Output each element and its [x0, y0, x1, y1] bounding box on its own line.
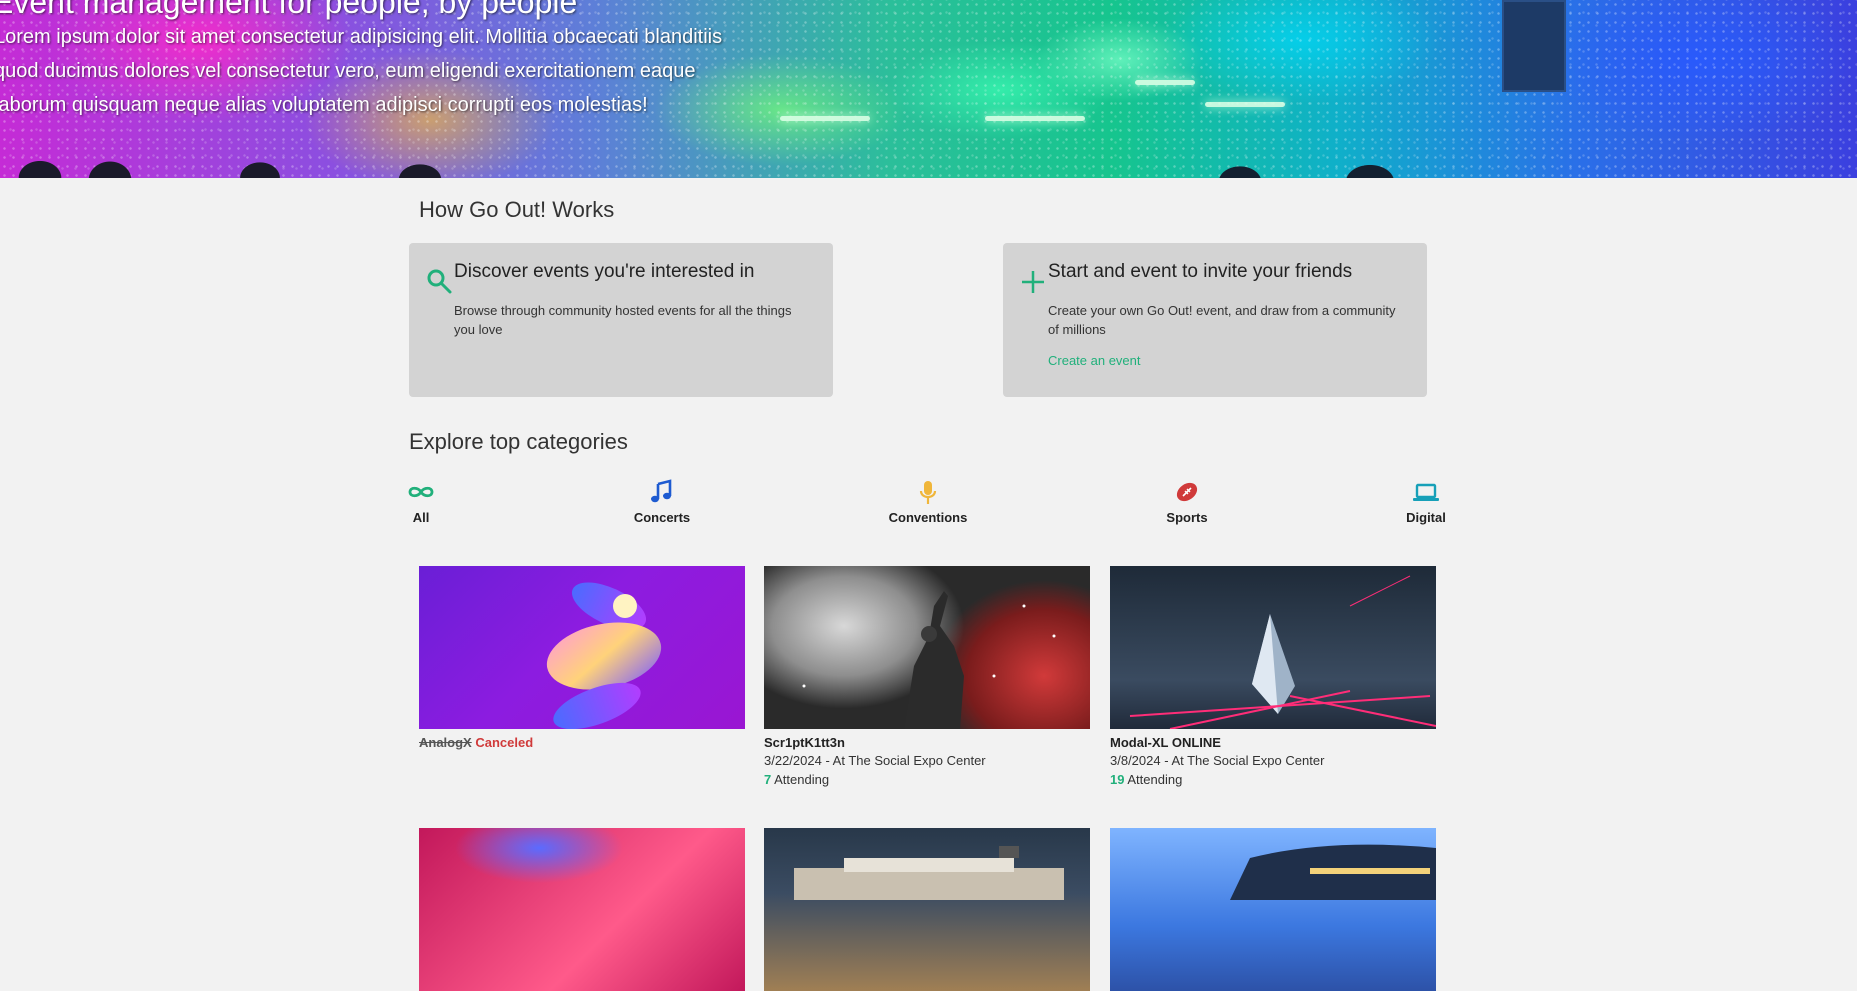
event-date-location: 3/8/2024 - At The Social Expo Center: [1110, 753, 1325, 768]
event-title: Scr1ptK1tt3n: [764, 735, 845, 750]
event-card-analogx[interactable]: AnalogX Canceled: [419, 566, 745, 751]
event-image: [1110, 566, 1436, 729]
event-card[interactable]: [764, 828, 1090, 991]
event-card-modal-xl-online[interactable]: Modal-XL ONLINE 3/8/2024 - At The Social…: [1110, 566, 1436, 789]
category-label: Concerts: [633, 510, 691, 525]
attending-label: Attending: [771, 772, 830, 787]
crowd-silhouette: [0, 138, 1857, 178]
create-event-link[interactable]: Create an event: [1048, 353, 1141, 368]
stage-light: [985, 116, 1085, 121]
card-text: Create your own Go Out! event, and draw …: [1048, 303, 1396, 337]
event-attending: 19 Attending: [1110, 770, 1436, 789]
hero-title: Event management for people, by people: [0, 0, 578, 20]
category-concerts[interactable]: Concerts: [602, 478, 722, 525]
football-icon: [1176, 482, 1198, 502]
card-title: Discover events you're interested in: [454, 261, 755, 282]
expo-building-image: [794, 846, 1064, 900]
start-event-card: Start and event to invite your friends C…: [1003, 243, 1427, 397]
hero-banner: Event management for people, by people L…: [0, 0, 1857, 178]
hero-description: Lorem ipsum dolor sit amet consectetur a…: [0, 26, 723, 116]
abstract-shape-image: [546, 582, 662, 729]
music-note-icon: [651, 479, 672, 503]
event-image: [764, 828, 1090, 991]
card-text: Browse through community hosted events f…: [454, 303, 792, 337]
arena-building-image: [1230, 844, 1436, 900]
event-image: [1110, 828, 1436, 991]
event-image: [764, 566, 1090, 729]
attending-count: 19: [1110, 772, 1125, 787]
event-card-scr1ptk1tt3n[interactable]: Scr1ptK1tt3n 3/22/2024 - At The Social E…: [764, 566, 1090, 789]
categories-title: Explore top categories: [409, 429, 628, 454]
category-sports[interactable]: Sports: [1127, 478, 1247, 525]
category-label: Digital: [1406, 510, 1446, 525]
category-digital[interactable]: Digital: [1366, 478, 1486, 525]
category-label: Conventions: [888, 510, 968, 525]
attending-label: Attending: [1124, 772, 1183, 787]
stage-light: [1135, 80, 1195, 85]
event-card[interactable]: [419, 828, 745, 991]
event-date-location: 3/22/2024 - At The Social Expo Center: [764, 753, 986, 768]
event-title: AnalogX Canceled: [419, 735, 745, 751]
event-image: [419, 828, 745, 991]
category-label: Sports: [1166, 510, 1208, 525]
laptop-icon: [1413, 483, 1439, 501]
microphone-icon: [919, 481, 937, 504]
performer-image: [802, 591, 1056, 729]
event-card[interactable]: [1110, 828, 1436, 991]
card-title: Start and event to invite your friends: [1048, 261, 1353, 282]
category-conventions[interactable]: Conventions: [868, 478, 988, 525]
event-image: [419, 566, 745, 729]
stage-light: [780, 116, 870, 121]
discover-events-card: Discover events you're interested in Bro…: [409, 243, 833, 397]
plus-icon: [1022, 271, 1044, 293]
stage-light: [1205, 102, 1285, 107]
event-attending: 7 Attending: [764, 770, 1090, 789]
category-all[interactable]: All: [361, 478, 481, 525]
crystal-image: [1129, 575, 1436, 729]
event-name: AnalogX: [419, 735, 472, 750]
search-icon: [427, 269, 452, 294]
stage-speaker: [1502, 0, 1566, 92]
category-label: All: [412, 510, 430, 525]
event-title: Modal-XL ONLINE: [1110, 735, 1221, 750]
canceled-badge: Canceled: [475, 735, 534, 750]
infinity-icon: [408, 486, 434, 498]
how-it-works-title: How Go Out! Works: [419, 197, 615, 222]
